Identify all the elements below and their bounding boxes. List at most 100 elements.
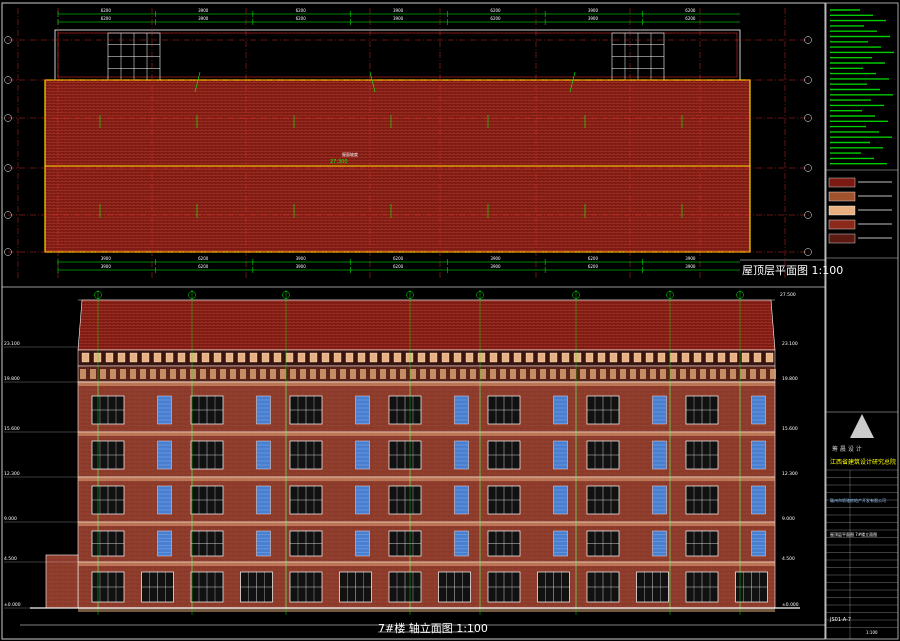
cornice-bracket-51 <box>693 352 702 363</box>
frieze-block-49 <box>570 369 576 379</box>
frieze-block-43 <box>510 369 516 379</box>
left-level-mark-2: 15.600 <box>4 426 20 432</box>
cornice-bracket-44 <box>609 352 618 363</box>
frieze-block-31 <box>390 369 396 379</box>
dim-top-label-1: 3900 <box>198 8 209 13</box>
shutter-r1-c7 <box>454 440 469 470</box>
dim-bottom2-label-2: 3900 <box>296 264 307 269</box>
title-block: 江西省建筑设计研究总院 筹 晨 设 计 赣州市轿驰房地产开发有限公司 屋顶层平面… <box>826 0 900 641</box>
frieze-block-22 <box>300 369 306 379</box>
frieze-block-2 <box>100 369 106 379</box>
cornice-bracket-27 <box>405 352 414 363</box>
cornice-bracket-39 <box>549 352 558 363</box>
dim-bottom-label-2: 3900 <box>296 256 307 261</box>
dim-bottom-label-0: 3900 <box>101 256 112 261</box>
frieze-block-41 <box>490 369 496 379</box>
dim-top-label-6: 6200 <box>685 8 696 13</box>
right-level-mark-3: 12.300 <box>782 471 798 477</box>
shutter-r1-c1 <box>157 440 172 470</box>
cornice-bracket-35 <box>501 352 510 363</box>
dim-bottom-label-5: 6200 <box>588 256 599 261</box>
shutter-r2-c9 <box>553 485 568 515</box>
frieze-block-5 <box>130 369 136 379</box>
dim-top-label-3: 3900 <box>393 8 404 13</box>
frieze-block-47 <box>550 369 556 379</box>
frieze-block-63 <box>710 369 716 379</box>
frieze-block-29 <box>370 369 376 379</box>
frieze-block-65 <box>730 369 736 379</box>
dim-bottom-label-3: 6200 <box>393 256 404 261</box>
cornice-bracket-37 <box>525 352 534 363</box>
right-level-mark-4: 9.000 <box>782 516 795 522</box>
dim-top-label-2: 6200 <box>296 8 307 13</box>
cornice-bracket-21 <box>333 352 342 363</box>
cad-drawing-canvas[interactable]: 27.300 屋面坡度 6200 3900 6200 3900 6200 3900 6200 62… <box>0 0 900 641</box>
left-level-mark-5: 4.500 <box>4 556 17 562</box>
cornice-bracket-25 <box>381 352 390 363</box>
frieze-block-10 <box>180 369 186 379</box>
scale-text: 1:100 <box>866 630 878 635</box>
frieze-block-16 <box>240 369 246 379</box>
roof-slope-label: 屋面坡度 <box>342 151 358 157</box>
shutter-r2-c3 <box>256 485 271 515</box>
cornice-bracket-17 <box>285 352 294 363</box>
frieze-block-58 <box>660 369 666 379</box>
sheet-name: 屋顶层平面图 7#楼立面图 <box>830 532 878 537</box>
cornice-bracket-38 <box>537 352 546 363</box>
shutter-r0-c7 <box>454 395 469 425</box>
cornice-bracket-3 <box>117 352 126 363</box>
shutter-r1-c5 <box>355 440 370 470</box>
left-annex <box>45 554 79 609</box>
cornice-bracket-50 <box>681 352 690 363</box>
cornice-bracket-18 <box>297 352 306 363</box>
frieze-block-18 <box>260 369 266 379</box>
frieze-block-37 <box>450 369 456 379</box>
frieze-block-46 <box>540 369 546 379</box>
shutter-r3-c13 <box>751 530 766 557</box>
dim-top2-label-3: 3900 <box>393 16 404 21</box>
left-level-mark-3: 12.300 <box>4 471 20 477</box>
left-level-mark-4: 9.000 <box>4 516 17 522</box>
cornice-bracket-56 <box>753 352 762 363</box>
dim-bottom2-label-3: 6200 <box>393 264 404 269</box>
cornice-bracket-8 <box>177 352 186 363</box>
dim-top2-label-4: 6200 <box>490 16 501 21</box>
frieze-block-40 <box>480 369 486 379</box>
dim-top2-label-6: 6200 <box>685 16 696 21</box>
dim-bottom2-label-0: 3900 <box>101 264 112 269</box>
cornice-bracket-15 <box>261 352 270 363</box>
cornice-bracket-48 <box>657 352 666 363</box>
cornice-bracket-10 <box>201 352 210 363</box>
right-level-mark-2: 15.600 <box>782 426 798 432</box>
frieze-block-39 <box>470 369 476 379</box>
frieze-block-67 <box>750 369 756 379</box>
frieze-block-33 <box>410 369 416 379</box>
cornice-bracket-20 <box>321 352 330 363</box>
cornice-bracket-24 <box>369 352 378 363</box>
frieze-block-9 <box>170 369 176 379</box>
cornice-bracket-31 <box>453 352 462 363</box>
shutter-r1-c13 <box>751 440 766 470</box>
cornice-bracket-43 <box>597 352 606 363</box>
frieze-block-36 <box>440 369 446 379</box>
floor-band-2 <box>78 477 775 481</box>
cornice-bracket-22 <box>345 352 354 363</box>
dim-bottom2-label-4: 3900 <box>490 264 501 269</box>
company-name: 江西省建筑设计研究总院 <box>830 459 897 466</box>
shutter-r1-c3 <box>256 440 271 470</box>
left-level-mark-1: 19.800 <box>4 376 20 382</box>
cornice-bracket-26 <box>393 352 402 363</box>
logo-text: 筹 晨 设 计 <box>832 446 862 453</box>
frieze-block-61 <box>690 369 696 379</box>
dim-bottom2-label-1: 6200 <box>198 264 209 269</box>
cornice-bracket-32 <box>465 352 474 363</box>
shutter-r0-c3 <box>256 395 271 425</box>
frieze-block-12 <box>200 369 206 379</box>
shutter-r2-c7 <box>454 485 469 515</box>
shutter-r2-c1 <box>157 485 172 515</box>
project-name: 赣州市轿驰房地产开发有限公司 <box>830 498 886 503</box>
frieze-block-15 <box>230 369 236 379</box>
frieze-block-54 <box>620 369 626 379</box>
dim-bottom-label-4: 3900 <box>490 256 501 261</box>
cornice-bracket-55 <box>741 352 750 363</box>
